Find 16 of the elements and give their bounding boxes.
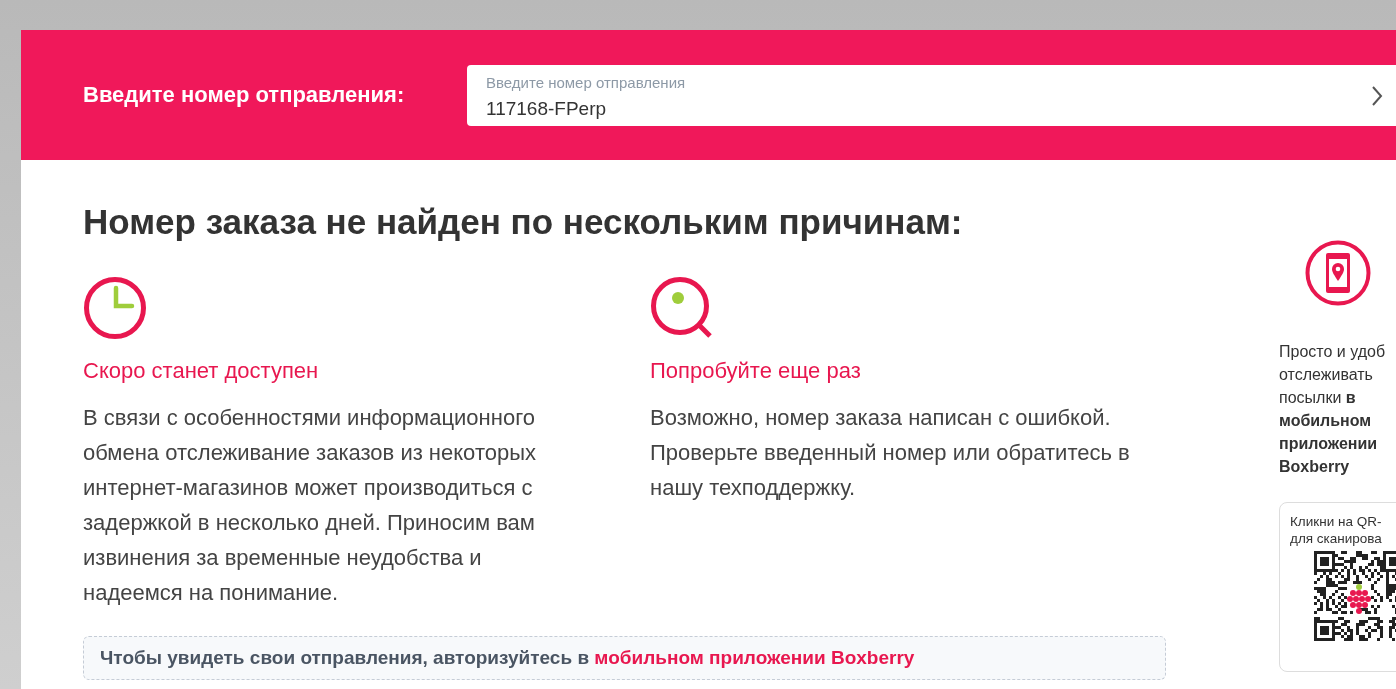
qr-code[interactable] — [1314, 551, 1396, 641]
chevron-right-icon[interactable] — [1371, 84, 1383, 107]
notice-text: Чтобы увидеть свои отправления, авторизуйтесь в — [100, 647, 590, 668]
reason-title: Скоро станет доступен — [83, 357, 320, 385]
reason-title: Попробуйте еще раз — [650, 357, 862, 385]
search-prompt: Введите номер отправления: — [83, 82, 406, 108]
phone-location-icon — [1305, 240, 1371, 306]
page-heading: Номер заказа не найден по нескольким причинам: — [83, 201, 964, 243]
qr-caption: Кликни на QR- для сканирова — [1290, 513, 1383, 547]
reason-text: Возможно, номер заказа написан с ошибкой. Проверьте введенный номер или обратитесь в нашу техподдержку. — [650, 404, 1131, 502]
field-label: Введите номер отправления — [486, 73, 686, 92]
app-promo-text: Просто и удоб отслеживать посылки в мобильном приложении Boxberry — [1279, 342, 1387, 477]
app-link[interactable]: мобильном приложении Boxberry — [594, 647, 915, 668]
search-icon — [650, 276, 714, 340]
reason-text: В связи с особенностями информационного обмена отслеживание заказов из некоторых интернет-магазинов может производиться с задержкой в несколько дней. Приносим вам извинения за временные неудобства и надеемся на понимание. — [83, 404, 537, 607]
clock-icon — [83, 276, 147, 340]
